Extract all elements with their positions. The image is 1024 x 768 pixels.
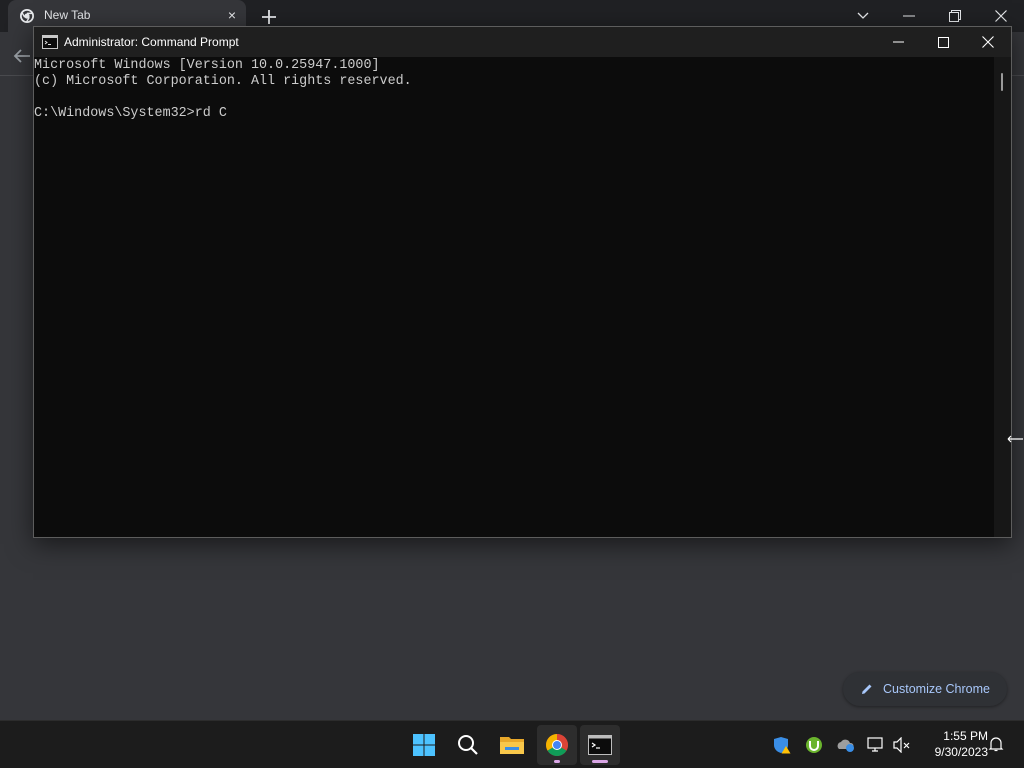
file-explorer-icon	[500, 737, 524, 754]
cmd-scrollbar-thumb[interactable]	[1001, 73, 1003, 91]
chrome-icon	[20, 9, 34, 23]
active-indicator	[592, 760, 608, 763]
tab-title: New Tab	[44, 8, 91, 22]
search-icon	[458, 735, 478, 755]
console-line: (c) Microsoft Corporation. All rights re…	[34, 74, 412, 89]
terminal-icon	[588, 735, 612, 755]
minimize-icon	[892, 41, 904, 43]
clock-time: 1:55 PM	[943, 729, 988, 743]
cmd-console-output[interactable]: Microsoft Windows [Version 10.0.25947.10…	[34, 57, 994, 537]
console-line: Microsoft Windows [Version 10.0.25947.10…	[34, 58, 380, 73]
pencil-icon	[862, 684, 872, 694]
chrome-icon	[546, 734, 568, 756]
minimize-icon	[903, 15, 915, 17]
running-indicator	[554, 760, 560, 763]
taskbar-clock[interactable]: 1:55 PM 9/30/2023	[918, 728, 988, 760]
cmd-minimize-button[interactable]	[875, 27, 921, 57]
defender-warning-icon	[774, 737, 791, 754]
network-icon	[867, 737, 883, 752]
volume-tray-button[interactable]	[892, 735, 912, 755]
maximize-icon	[937, 36, 949, 48]
cmd-titlebar[interactable]: Administrator: Command Prompt	[34, 27, 1011, 57]
terminal-taskbar-button[interactable]	[580, 725, 620, 765]
close-icon	[982, 36, 994, 48]
restore-icon	[949, 10, 961, 22]
chrome-taskbar-button[interactable]	[537, 725, 577, 765]
taskbar	[0, 720, 1024, 768]
tab-search-icon	[857, 12, 869, 19]
cmd-close-button[interactable]	[965, 27, 1011, 57]
onedrive-tray-button[interactable]	[835, 735, 855, 755]
start-button[interactable]	[404, 725, 444, 765]
cmd-maximize-button[interactable]	[920, 27, 966, 57]
resize-cursor-icon	[1007, 435, 1023, 443]
close-icon	[995, 10, 1007, 22]
cmd-icon	[42, 35, 58, 49]
volume-muted-icon	[893, 737, 910, 753]
cmd-scrollbar[interactable]	[994, 57, 1011, 537]
cmd-window-title: Administrator: Command Prompt	[64, 35, 239, 49]
utorrent-icon	[806, 737, 822, 753]
customize-chrome-button[interactable]: Customize Chrome	[843, 672, 1007, 706]
command-prompt-window[interactable]: Administrator: Command Prompt Microsoft …	[33, 26, 1012, 538]
bell-icon[interactable]	[988, 736, 1004, 752]
onedrive-icon	[837, 739, 854, 752]
customize-chrome-label: Customize Chrome	[883, 682, 990, 696]
plus-icon[interactable]	[258, 6, 280, 28]
arrow-left-icon[interactable]	[10, 44, 34, 68]
utorrent-tray-button[interactable]	[804, 735, 824, 755]
taskbar-search-button[interactable]	[448, 725, 488, 765]
defender-tray-button[interactable]	[772, 735, 792, 755]
windows-start-icon	[413, 734, 435, 756]
file-explorer-button[interactable]	[492, 725, 532, 765]
tab-close-button[interactable]: ×	[224, 7, 240, 23]
console-input-line[interactable]: C:\Windows\System32>rd C	[34, 106, 994, 122]
clock-date: 9/30/2023	[934, 745, 988, 759]
network-tray-button[interactable]	[866, 735, 886, 755]
